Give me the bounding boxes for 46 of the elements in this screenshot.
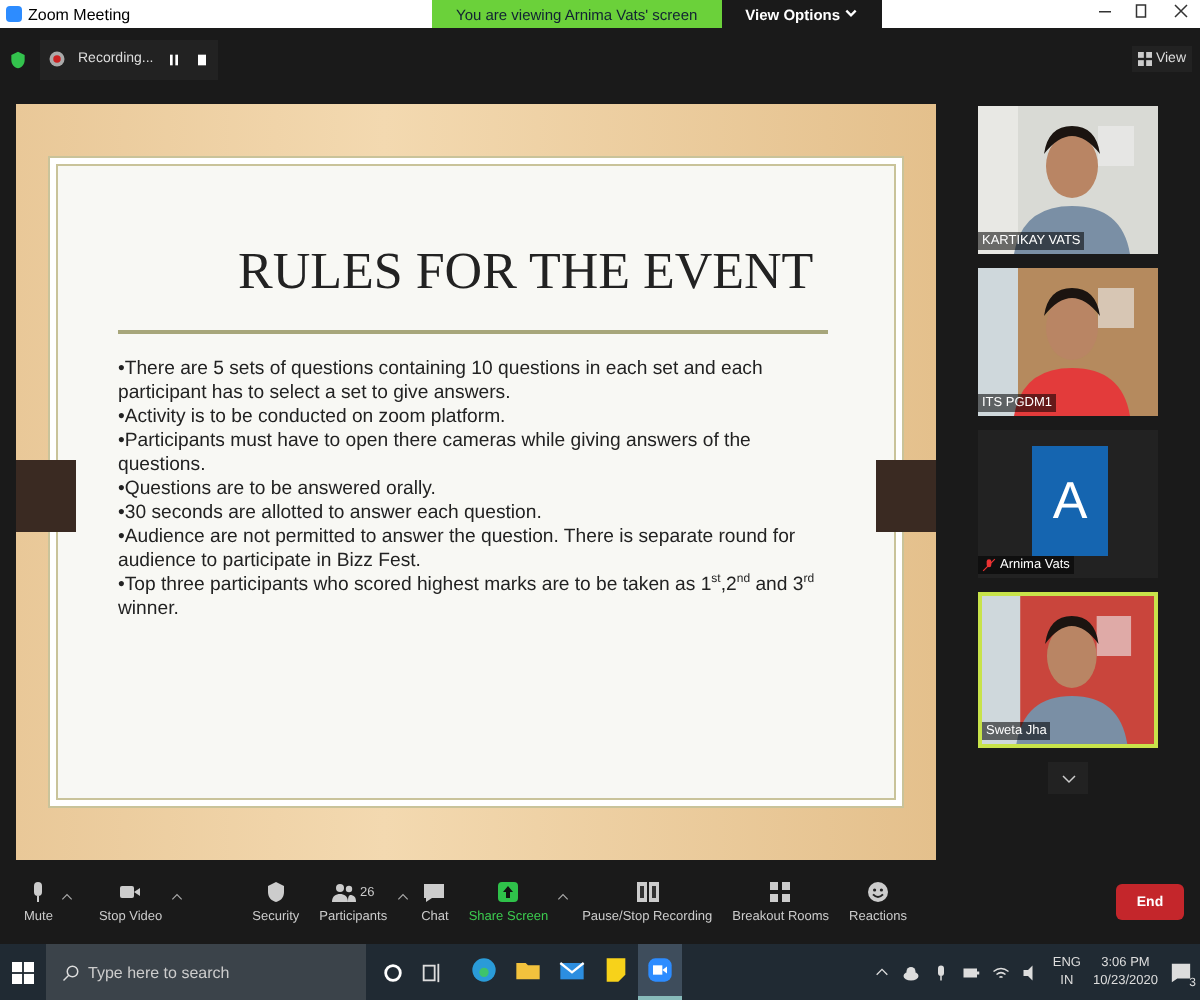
chevron-down-icon <box>1059 769 1077 787</box>
sticky-note-icon <box>602 956 630 984</box>
grid-icon <box>1137 52 1152 66</box>
taskbar-app[interactable] <box>638 944 682 1000</box>
search-icon <box>62 963 80 981</box>
windows-icon <box>12 961 34 983</box>
cloud-icon <box>902 963 921 981</box>
circle-icon <box>382 961 404 983</box>
window-title: Zoom Meeting <box>28 5 131 23</box>
pause-icon <box>165 51 182 67</box>
shield-icon <box>263 880 288 904</box>
search-placeholder: Type here to search <box>88 963 230 981</box>
bullet-text: •Participants must have to open there cameras while giving answers of the questions. <box>118 430 753 478</box>
close-icon <box>1172 2 1190 20</box>
wifi-icon <box>992 963 1011 981</box>
slide-title: RULES FOR THE EVENT <box>238 242 816 302</box>
caret-up-icon <box>874 964 891 980</box>
bullet-text: •30 seconds are allotted to answer each question. <box>118 502 544 526</box>
chat-icon <box>422 880 447 904</box>
smiley-icon <box>866 880 890 904</box>
mail-icon <box>558 956 586 984</box>
caret-up-icon <box>60 890 75 904</box>
bullet-text: •Questions are to be answered orally. <box>118 478 438 502</box>
search-field[interactable]: Type here to search <box>46 944 366 1000</box>
avatar: A <box>1032 446 1108 556</box>
bullet-text: •Activity is to be conducted on zoom platform. <box>118 406 508 430</box>
chevron-down-icon <box>844 5 859 19</box>
grid-icon <box>768 880 793 904</box>
battery-icon <box>962 963 981 981</box>
people-icon <box>331 880 356 904</box>
bullet-text: •There are 5 sets of questions containing 10 questions in each set and each participant has to select a set to give answers. <box>118 358 765 406</box>
task-view-icon <box>420 961 442 983</box>
restore-icon <box>1132 2 1150 20</box>
shield-icon <box>8 49 28 69</box>
bullet-text: •Top three participants who scored highest marks are to be taken as 1$^{st}$,2$^{nd}$ and 3$^{rd}$ winner. <box>118 574 817 622</box>
share-screen-icon <box>496 880 521 904</box>
caret-up-icon <box>395 890 410 904</box>
caret-up-icon <box>556 890 571 904</box>
caret-up-icon <box>170 890 185 904</box>
browser-icon <box>470 956 498 984</box>
notification-icon <box>1170 961 1192 983</box>
pause-stop-icon <box>635 880 660 904</box>
scroll-down-button[interactable] <box>1048 762 1088 794</box>
record-icon <box>48 50 66 68</box>
bullet-text: •Audience are not permitted to answer the question. There is separate round for audience to participate in Bizz Fest. <box>118 526 798 573</box>
muted-microphone-icon <box>982 558 996 572</box>
